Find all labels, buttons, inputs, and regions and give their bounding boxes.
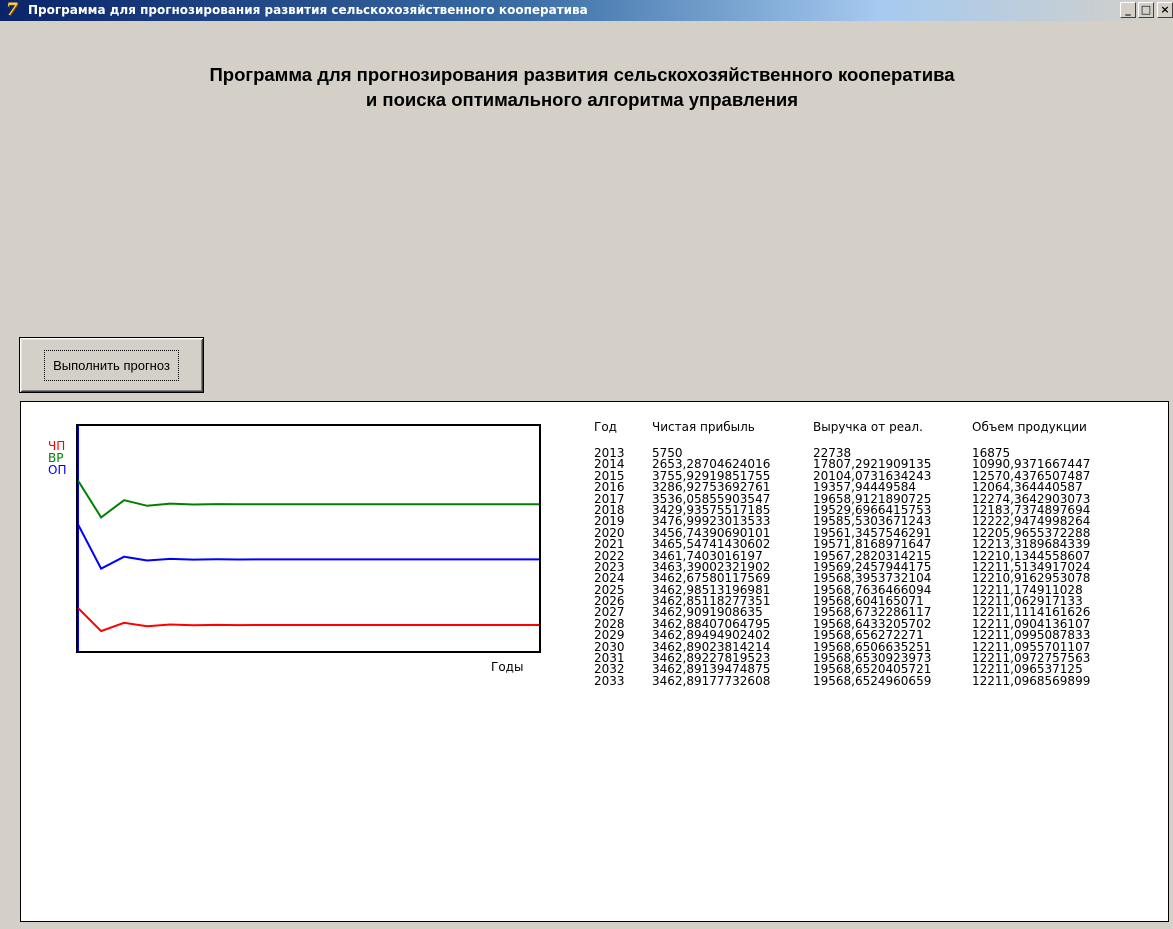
program-heading: Программа для прогнозирования развития с… (0, 62, 1164, 112)
window-title: Программа для прогнозирования развития с… (28, 3, 588, 17)
close-button[interactable]: × (1157, 2, 1173, 18)
chart-canvas (78, 426, 539, 651)
column-revenue: 22738 17807,2921909135 20104,0731634243 193… (813, 447, 932, 688)
window-title-bar[interactable]: 7 Программа для прогнозирования развития… (0, 0, 1173, 21)
heading-line-2: и поиска оптимального алгоритма управлен… (365, 89, 799, 110)
series-line-0 (78, 607, 539, 633)
forecast-chart (76, 424, 541, 653)
column-output-volume: 16875 10990,9371667447 12570,4376507487 120… (972, 447, 1091, 688)
x-axis-label: Годы (491, 660, 524, 674)
series-line-2 (78, 523, 539, 570)
column-header-output-volume: Объем продукции (972, 420, 1087, 434)
app-icon: 7 (6, 0, 18, 20)
legend-item-op: ОП (48, 463, 67, 477)
minimize-button[interactable]: _ (1120, 2, 1136, 18)
column-header-revenue: Выручка от реал. (813, 420, 923, 434)
table-cell: 2033 (594, 673, 625, 688)
table-cell: 3462,89177732608 (652, 673, 771, 688)
table-cell: 19568,6524960659 (813, 673, 932, 688)
column-header-net-profit: Чистая прибыль (652, 420, 755, 434)
column-year: 2013 2014 2015 2016 2017 2018 2019 2020 2021 2022… (594, 447, 625, 688)
run-forecast-button[interactable]: Выполнить прогноз (19, 337, 204, 393)
series-line-1 (78, 479, 539, 519)
results-panel: ЧП ВР ОП Годы Год Чистая прибыль Выручка… (20, 401, 1169, 922)
heading-line-1: Программа для прогнозирования развития с… (209, 64, 955, 85)
column-header-year: Год (594, 420, 617, 434)
table-cell: 12211,0968569899 (972, 673, 1091, 688)
maximize-button[interactable]: □ (1138, 2, 1154, 18)
run-forecast-button-label: Выполнить прогноз (44, 349, 179, 381)
column-net-profit: 5750 2653,28704624016 3755,92919851755 3286… (652, 447, 771, 688)
